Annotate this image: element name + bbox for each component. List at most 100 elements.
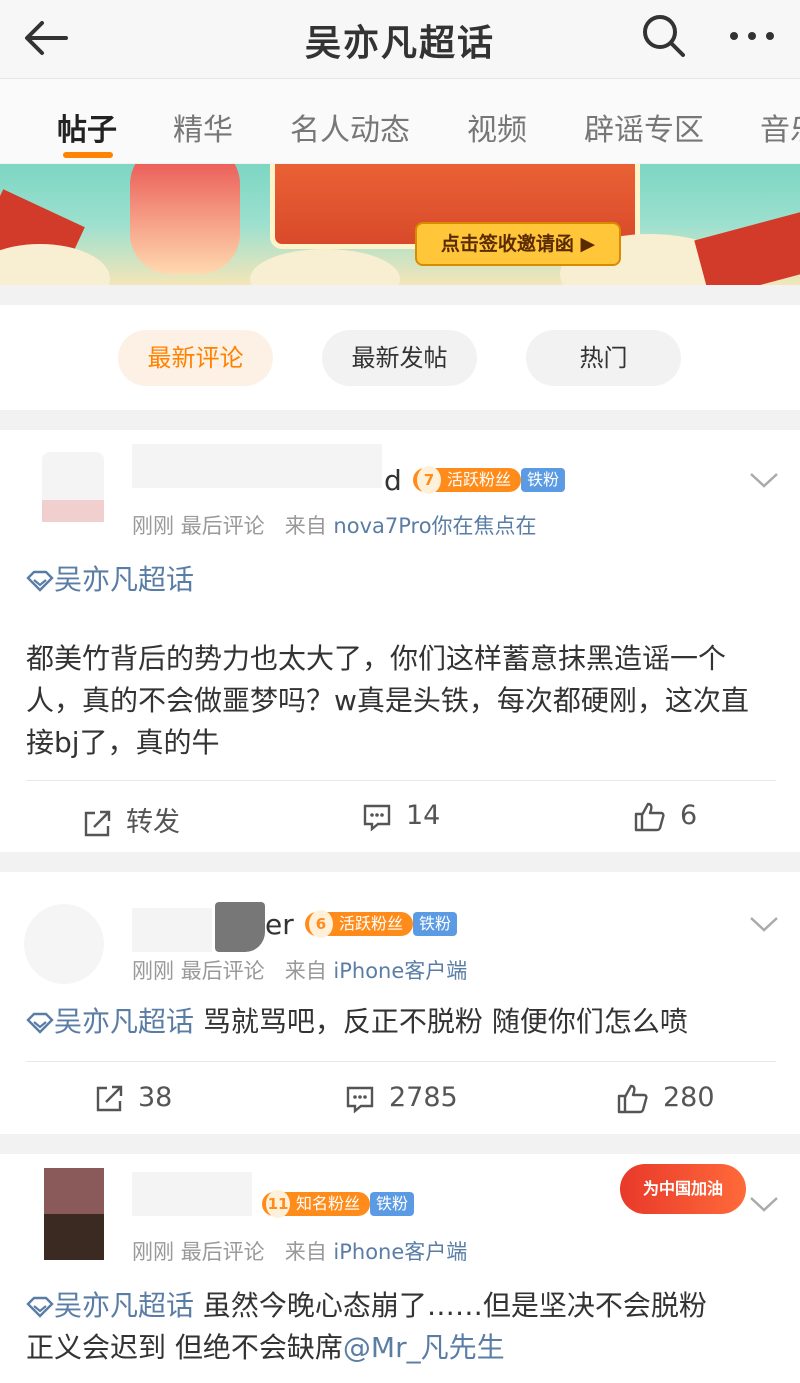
banner-decoration xyxy=(694,209,800,285)
last-comment-label: 最后评论 xyxy=(180,959,265,983)
fan-level-badge: 11 知名粉丝 xyxy=(262,1190,371,1218)
post-time: 刚刚 xyxy=(132,1240,174,1264)
iron-fan-badge: 铁粉 xyxy=(413,912,458,936)
promo-banner[interactable]: 点击签收邀请函 ▶ xyxy=(0,164,800,285)
thumbs-up-icon xyxy=(617,1084,648,1113)
fan-level-number: 6 xyxy=(309,910,333,938)
post-separator xyxy=(0,852,800,872)
username-masked[interactable] xyxy=(132,1172,252,1216)
divider xyxy=(26,1061,776,1062)
sort-latest-comment[interactable]: 最新评论 xyxy=(118,330,273,386)
chevron-down-icon[interactable] xyxy=(748,1194,780,1214)
like-count: 6 xyxy=(680,800,698,831)
topic-name[interactable]: 吴亦凡超话 xyxy=(54,563,194,596)
thumbs-up-icon xyxy=(634,802,665,831)
chevron-down-icon[interactable] xyxy=(748,470,780,490)
chevron-down-icon[interactable] xyxy=(748,914,780,934)
diamond-icon xyxy=(26,1296,54,1318)
avatar[interactable] xyxy=(44,1168,104,1260)
active-tab-indicator xyxy=(63,152,113,158)
topic-link[interactable]: 吴亦凡超话 xyxy=(26,558,194,598)
comment-button[interactable]: 2785 xyxy=(345,1082,458,1114)
topic-name[interactable]: 吴亦凡超话 xyxy=(54,1289,194,1322)
diamond-icon xyxy=(26,1012,54,1034)
from-label: 来自 xyxy=(284,1240,327,1264)
post-source[interactable]: iPhone客户端 xyxy=(333,959,467,983)
repost-button[interactable]: 38 xyxy=(94,1082,172,1114)
diamond-icon xyxy=(26,570,54,592)
post-text-line[interactable]: 正义会迟到 但绝不会缺席@Mr_凡先生 xyxy=(26,1326,505,1366)
post-card[interactable]: d 7 活跃粉丝 铁粉 刚刚 最后评论 来自 nova7Pro你在焦点在 吴亦凡… xyxy=(0,430,800,852)
banner-character xyxy=(130,164,240,274)
comment-icon xyxy=(363,804,391,832)
comment-count: 2785 xyxy=(389,1082,458,1113)
repost-button[interactable]: 转发 xyxy=(82,800,180,839)
post-text[interactable]: 骂就骂吧，反正不脱粉 随便你们怎么喷 xyxy=(194,1005,688,1038)
china-sticker-badge: 为中国加油 xyxy=(620,1164,746,1214)
username-suffix[interactable]: d xyxy=(384,464,402,497)
tab-posts[interactable]: 帖子 xyxy=(57,105,117,149)
post-source[interactable]: iPhone客户端 xyxy=(333,1240,467,1264)
post-meta: 刚刚 最后评论 来自 iPhone客户端 xyxy=(132,955,467,985)
from-label: 来自 xyxy=(284,514,327,538)
like-button[interactable]: 280 xyxy=(617,1082,715,1114)
divider xyxy=(26,780,776,781)
post-text[interactable]: 虽然今晚心态崩了……但是坚决不会脱粉 xyxy=(194,1289,707,1322)
fan-level-badge: 6 活跃粉丝 xyxy=(305,910,414,938)
fan-level-number: 11 xyxy=(266,1190,290,1218)
post-time: 刚刚 xyxy=(132,514,174,538)
top-bar: 吴亦凡超话 xyxy=(0,0,800,79)
fan-level-label: 活跃粉丝 xyxy=(339,914,404,933)
tab-celebrity-news[interactable]: 名人动态 xyxy=(290,105,410,149)
tab-bar: 帖子 精华 名人动态 视频 辟谣专区 音乐 xyxy=(0,79,800,163)
from-label: 来自 xyxy=(284,959,327,983)
like-button[interactable]: 6 xyxy=(634,800,697,832)
post-time: 刚刚 xyxy=(132,959,174,983)
post-separator xyxy=(0,1134,800,1154)
fan-level-badge: 7 活跃粉丝 xyxy=(413,466,522,494)
tab-rumor-refute[interactable]: 辟谣专区 xyxy=(584,105,704,149)
tab-videos[interactable]: 视频 xyxy=(467,105,527,149)
post-text[interactable]: 正义会迟到 但绝不会缺席 xyxy=(26,1331,343,1364)
sort-bar: 最新评论 最新发帖 热门 xyxy=(0,305,800,410)
more-dots-icon[interactable] xyxy=(726,20,778,52)
sort-latest-post[interactable]: 最新发帖 xyxy=(322,330,477,386)
fan-level-label: 活跃粉丝 xyxy=(447,470,512,489)
avatar[interactable] xyxy=(22,902,106,986)
avatar[interactable] xyxy=(42,452,104,522)
post-meta: 刚刚 最后评论 来自 iPhone客户端 xyxy=(132,1236,467,1266)
sort-hot[interactable]: 热门 xyxy=(526,330,681,386)
topic-and-text[interactable]: 吴亦凡超话 骂就骂吧，反正不脱粉 随便你们怎么喷 xyxy=(26,1000,688,1040)
last-comment-label: 最后评论 xyxy=(180,1240,265,1264)
username-masked[interactable] xyxy=(132,444,382,488)
search-icon[interactable] xyxy=(640,12,688,60)
comment-icon xyxy=(346,1086,374,1114)
repost-count: 38 xyxy=(138,1082,173,1113)
share-icon xyxy=(96,1085,123,1111)
like-count: 280 xyxy=(663,1082,715,1113)
banner-cloud xyxy=(0,244,110,285)
banner-invitation-button[interactable]: 点击签收邀请函 ▶ xyxy=(415,222,621,266)
username-suffix[interactable]: er xyxy=(265,908,294,941)
repost-label: 转发 xyxy=(126,807,180,838)
comment-button[interactable]: 14 xyxy=(362,800,440,832)
fan-level-number: 7 xyxy=(417,466,441,494)
mention-link[interactable]: @Mr_凡先生 xyxy=(343,1331,505,1364)
username-masked[interactable] xyxy=(215,902,265,952)
iron-fan-badge: 铁粉 xyxy=(370,1192,415,1216)
post-card[interactable]: er 6 活跃粉丝 铁粉 刚刚 最后评论 来自 iPhone客户端 吴亦凡超话 … xyxy=(0,872,800,1134)
fan-level-label: 知名粉丝 xyxy=(296,1194,361,1213)
comment-count: 14 xyxy=(406,800,441,831)
iron-fan-badge: 铁粉 xyxy=(521,468,566,492)
tab-music[interactable]: 音乐 xyxy=(760,105,800,149)
topic-name[interactable]: 吴亦凡超话 xyxy=(54,1005,194,1038)
post-card[interactable]: 11 知名粉丝 铁粉 为中国加油 刚刚 最后评论 来自 iPhone客户端 吴亦… xyxy=(0,1154,800,1383)
tab-highlights[interactable]: 精华 xyxy=(173,105,233,149)
username-masked[interactable] xyxy=(132,908,212,952)
post-text[interactable]: 都美竹背后的势力也太大了，你们这样蓄意抹黑造谣一个人，真的不会做噩梦吗？w真是头… xyxy=(26,638,776,764)
topic-and-text[interactable]: 吴亦凡超话 虽然今晚心态崩了……但是坚决不会脱粉 xyxy=(26,1284,707,1324)
post-meta: 刚刚 最后评论 来自 nova7Pro你在焦点在 xyxy=(132,510,537,540)
last-comment-label: 最后评论 xyxy=(180,514,265,538)
post-source[interactable]: nova7Pro你在焦点在 xyxy=(333,514,536,538)
share-icon xyxy=(84,810,111,836)
